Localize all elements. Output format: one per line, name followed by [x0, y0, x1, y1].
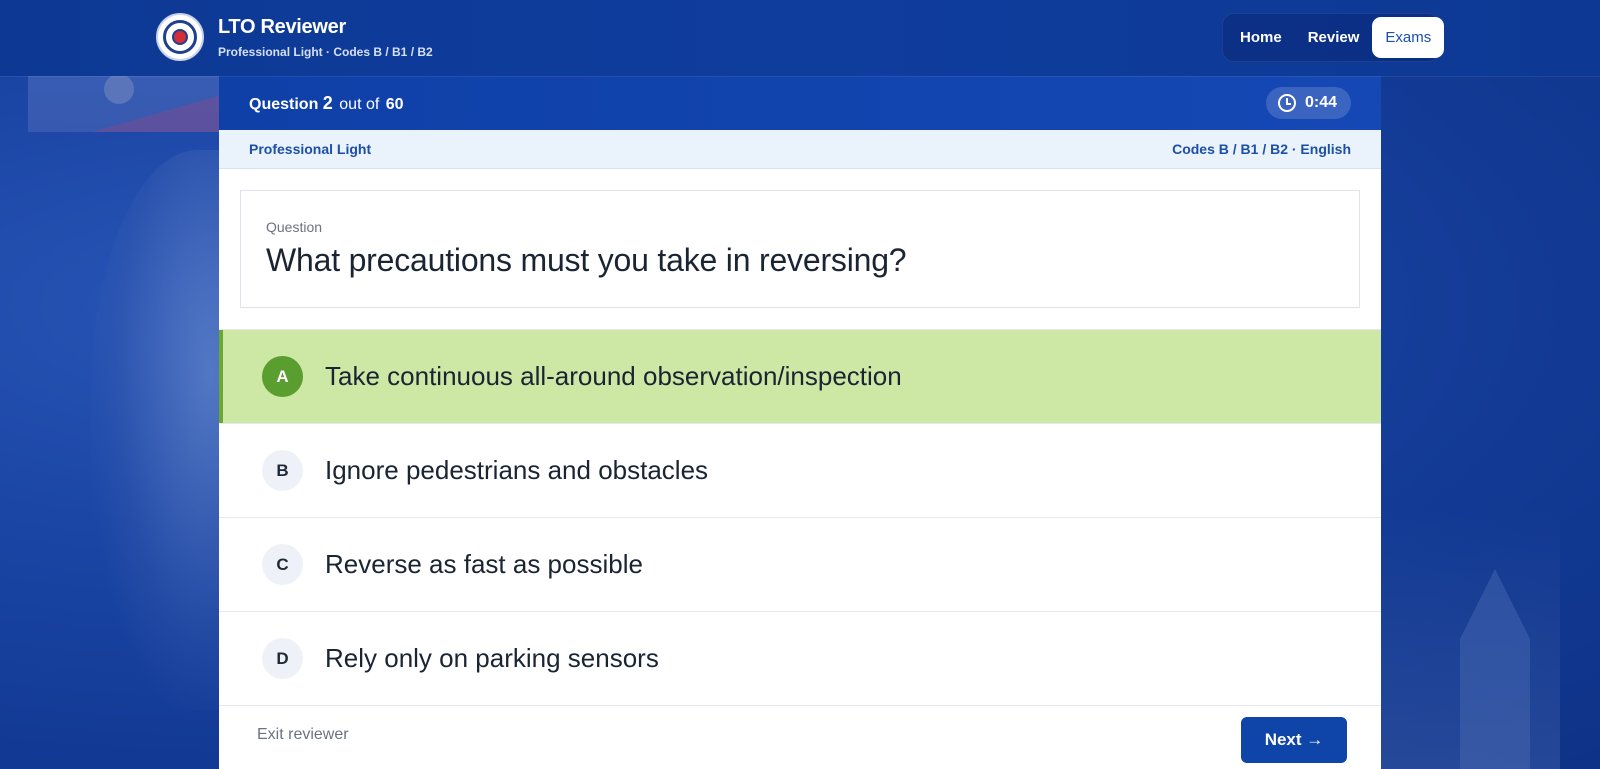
choice-text: Ignore pedestrians and obstacles	[325, 455, 709, 485]
choice-text: Rely only on parking sensors	[325, 643, 659, 673]
exit-reviewer-link[interactable]: Exit reviewer	[257, 726, 349, 744]
top-bar: LTO Reviewer Professional Light · Codes …	[0, 0, 1600, 76]
choice-a[interactable]: A Take continuous all-around observation…	[219, 330, 1381, 424]
timer: 0:44	[1265, 87, 1351, 119]
main-nav: Home Review Exams	[1222, 13, 1445, 62]
choice-letter-badge: C	[262, 544, 303, 585]
choice-d[interactable]: D Rely only on parking sensors	[219, 612, 1381, 706]
question-counter-label: Question	[249, 95, 319, 113]
background-flag-sun	[104, 74, 134, 104]
app-title: LTO Reviewer	[218, 15, 346, 38]
choice-b[interactable]: B Ignore pedestrians and obstacles	[219, 424, 1381, 518]
choice-text: Take continuous all-around observation/i…	[325, 361, 902, 391]
question-subheader: Professional Light Codes B / B1 / B2 · E…	[219, 130, 1381, 169]
timer-value: 0:44	[1304, 94, 1337, 111]
choice-text: Reverse as fast as possible	[325, 549, 643, 579]
exam-category: Professional Light	[249, 141, 372, 157]
app-subtitle: Professional Light · Codes B / B1 / B2	[218, 44, 433, 59]
brand[interactable]: LTO Reviewer Professional Light · Codes …	[156, 13, 433, 61]
question-counter: Question 2 out of 60	[249, 93, 404, 114]
question-header: Question 2 out of 60 0:44	[219, 76, 1381, 130]
question-text: What precautions must you take in revers…	[266, 242, 907, 278]
nav-home[interactable]: Home	[1227, 17, 1295, 58]
choice-c[interactable]: C Reverse as fast as possible	[219, 518, 1381, 612]
nav-review[interactable]: Review	[1295, 17, 1373, 58]
choice-letter-badge: B	[262, 450, 303, 491]
question-label: Question	[266, 219, 323, 235]
answer-choices: A Take continuous all-around observation…	[219, 329, 1381, 706]
question-total-number: 60	[385, 95, 404, 113]
question-box: Question What precautions must you take …	[240, 190, 1360, 308]
lto-logo-icon	[156, 13, 204, 61]
choice-letter-badge: D	[262, 638, 303, 679]
exam-codes-language: Codes B / B1 / B2 · English	[1172, 141, 1351, 157]
question-current-number: 2	[322, 92, 333, 113]
clock-icon	[1277, 94, 1296, 112]
card-footer: Exit reviewer Next →	[219, 700, 1381, 769]
choice-letter-badge: A	[262, 356, 303, 397]
question-out-of-label: out of	[339, 95, 380, 113]
quiz-card: Question 2 out of 60 0:44 Professional L…	[219, 76, 1381, 769]
next-button[interactable]: Next →	[1241, 716, 1347, 763]
nav-exams[interactable]: Exams	[1372, 17, 1445, 58]
